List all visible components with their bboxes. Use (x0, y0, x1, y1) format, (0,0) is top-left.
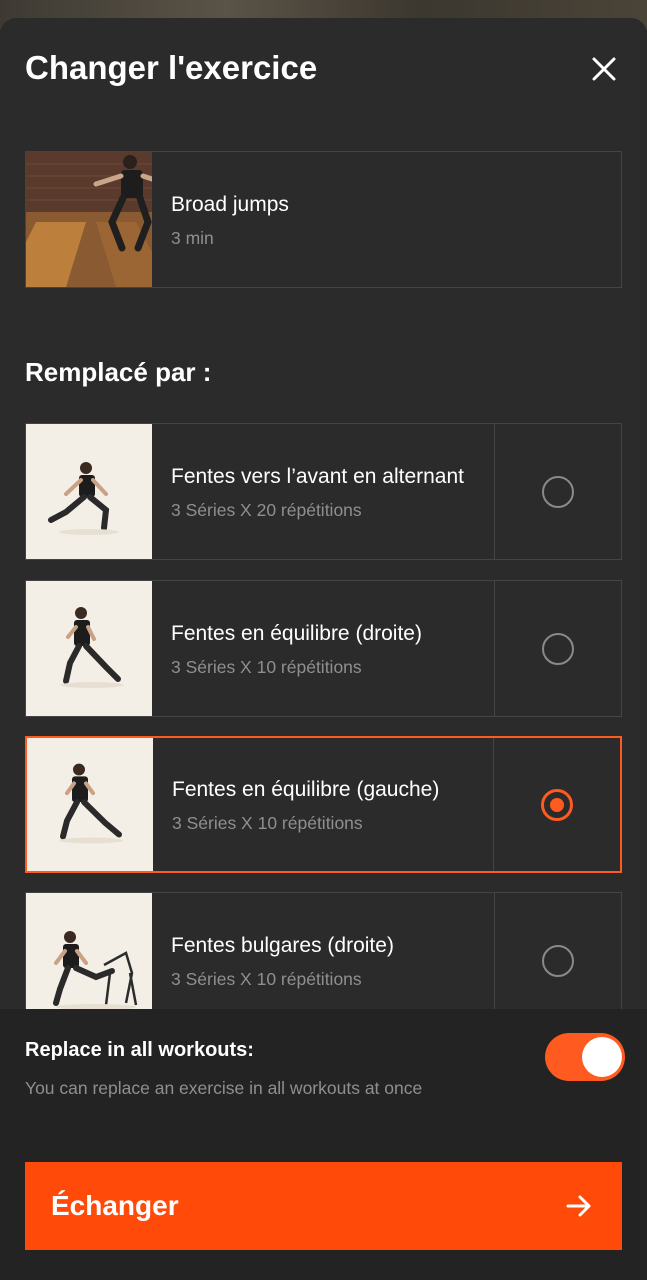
exercise-thumbnail (26, 152, 152, 287)
list-item-selected[interactable]: Fentes en équilibre (gauche) 3 Séries X … (25, 736, 622, 873)
exercise-thumbnail (26, 424, 152, 559)
replacement-section-title: Remplacé par : (25, 357, 212, 387)
exercise-reps: 3 Séries X 10 répétitions (171, 968, 362, 989)
list-item[interactable]: Fentes en équilibre (droite) 3 Séries X … (25, 580, 622, 717)
exercise-thumbnail (26, 893, 152, 1009)
close-icon (592, 57, 616, 81)
exercise-reps: 3 Séries X 20 répétitions (171, 499, 362, 520)
replace-all-description: You can replace an exercise in all worko… (25, 1078, 423, 1098)
replace-all-toggle[interactable] (545, 1033, 625, 1081)
swap-button-label: Échanger (51, 1190, 179, 1221)
select-radio-cell[interactable] (493, 738, 620, 871)
swap-button[interactable]: Échanger (25, 1162, 622, 1250)
exercise-reps: 3 Séries X 10 répétitions (171, 656, 362, 677)
exercise-thumbnail (27, 738, 153, 871)
select-radio-cell[interactable] (494, 893, 621, 1009)
exercise-title: Fentes bulgares (droite) (171, 933, 394, 957)
select-radio-cell[interactable] (494, 581, 621, 716)
page-title: Changer l'exercice (25, 49, 318, 86)
radio-icon[interactable] (542, 632, 574, 665)
footer-panel: Replace in all workouts: You can replace… (0, 1009, 647, 1280)
radio-icon[interactable] (541, 788, 573, 821)
arrow-right-icon (564, 1191, 594, 1221)
list-item[interactable]: Fentes bulgares (droite) 3 Séries X 10 r… (25, 892, 622, 1009)
list-item[interactable]: Fentes vers l’avant en alternant 3 Série… (25, 423, 622, 560)
exercise-duration: 3 min (171, 227, 214, 248)
exercise-title: Broad jumps (171, 192, 289, 216)
exercise-title: Fentes en équilibre (gauche) (172, 777, 440, 801)
replace-all-label: Replace in all workouts: (25, 1039, 254, 1061)
select-radio-cell[interactable] (494, 424, 621, 559)
sheet-header: Changer l'exercice (25, 46, 622, 96)
radio-icon[interactable] (542, 944, 574, 977)
change-exercise-sheet: Changer l'exercice Broad jumps 3 min Rem… (0, 18, 647, 1280)
radio-icon[interactable] (542, 475, 574, 508)
exercise-thumbnail (26, 581, 152, 716)
toggle-knob (582, 1037, 622, 1077)
exercise-reps: 3 Séries X 10 répétitions (172, 812, 363, 833)
exercise-title: Fentes vers l’avant en alternant (171, 464, 464, 488)
close-button[interactable] (589, 54, 619, 84)
current-exercise-card: Broad jumps 3 min (25, 151, 622, 288)
replacement-list: Fentes vers l’avant en alternant 3 Série… (0, 423, 647, 1009)
exercise-title: Fentes en équilibre (droite) (171, 621, 422, 645)
